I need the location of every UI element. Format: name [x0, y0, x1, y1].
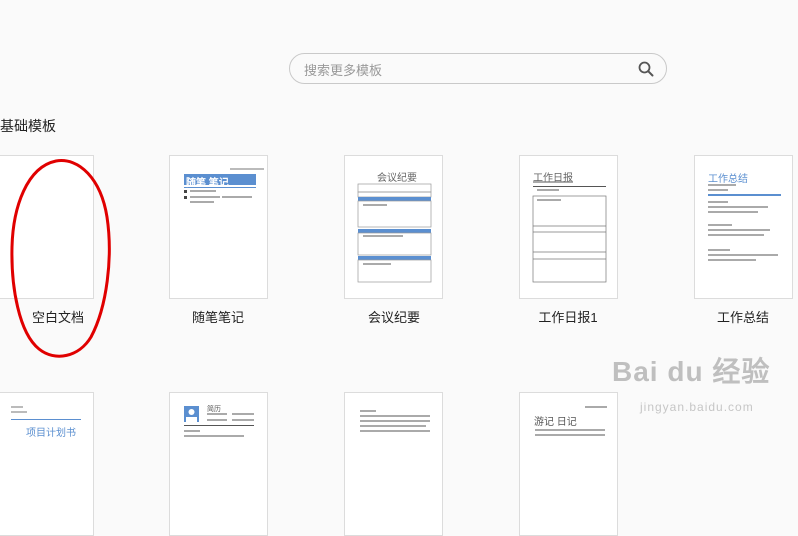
resume-thumbnail-title: 简历 — [207, 406, 221, 413]
baidu-watermark: Bai du 经验 jingyan.baidu.com — [612, 350, 798, 439]
template-card-meeting-minutes[interactable]: 会议纪要 — [344, 155, 443, 299]
template-label-work-summary[interactable]: 工作总结 — [683, 307, 798, 326]
template-label-notes[interactable]: 随笔笔记 — [158, 307, 278, 326]
travel-diary-thumbnail-title: 游记 日记 — [534, 417, 577, 428]
search-input[interactable] — [302, 58, 626, 82]
work-summary-thumbnail-title: 工作总结 — [708, 174, 748, 185]
template-card-daily-report[interactable]: 工作日报 — [519, 155, 618, 299]
template-card-notes[interactable]: 随笔 笔记 — [169, 155, 268, 299]
search-icon[interactable] — [638, 61, 654, 77]
project-plan-thumbnail — [11, 406, 81, 420]
template-search-box[interactable] — [289, 53, 667, 84]
meeting-thumbnail-title: 会议纪要 — [377, 173, 417, 184]
project-plan-thumbnail-title: 项目计划书 — [26, 428, 76, 439]
template-card-resume[interactable]: 简历 — [169, 392, 268, 536]
template-label-daily-report[interactable]: 工作日报1 — [508, 307, 628, 326]
watermark-logo: Bai du 经验 — [612, 356, 771, 387]
template-card-blank[interactable] — [0, 155, 94, 299]
document-thumbnail — [360, 410, 430, 432]
resume-thumbnail — [184, 406, 254, 437]
template-card-travel-diary[interactable]: 游记 日记 — [519, 392, 618, 536]
section-title-basic-templates: 基础模板 — [0, 118, 56, 134]
template-label-meeting-minutes[interactable]: 会议纪要 — [334, 307, 454, 326]
template-label-blank[interactable]: 空白文档 — [0, 307, 118, 326]
template-card-document[interactable] — [344, 392, 443, 536]
template-card-project-plan[interactable]: 项目计划书 — [0, 392, 94, 536]
daily-report-thumbnail-title: 工作日报 — [533, 173, 573, 184]
template-card-work-summary[interactable]: 工作总结 — [694, 155, 793, 299]
watermark-url: jingyan.baidu.com — [640, 400, 754, 414]
notes-thumbnail-title: 随笔 笔记 — [186, 178, 229, 189]
